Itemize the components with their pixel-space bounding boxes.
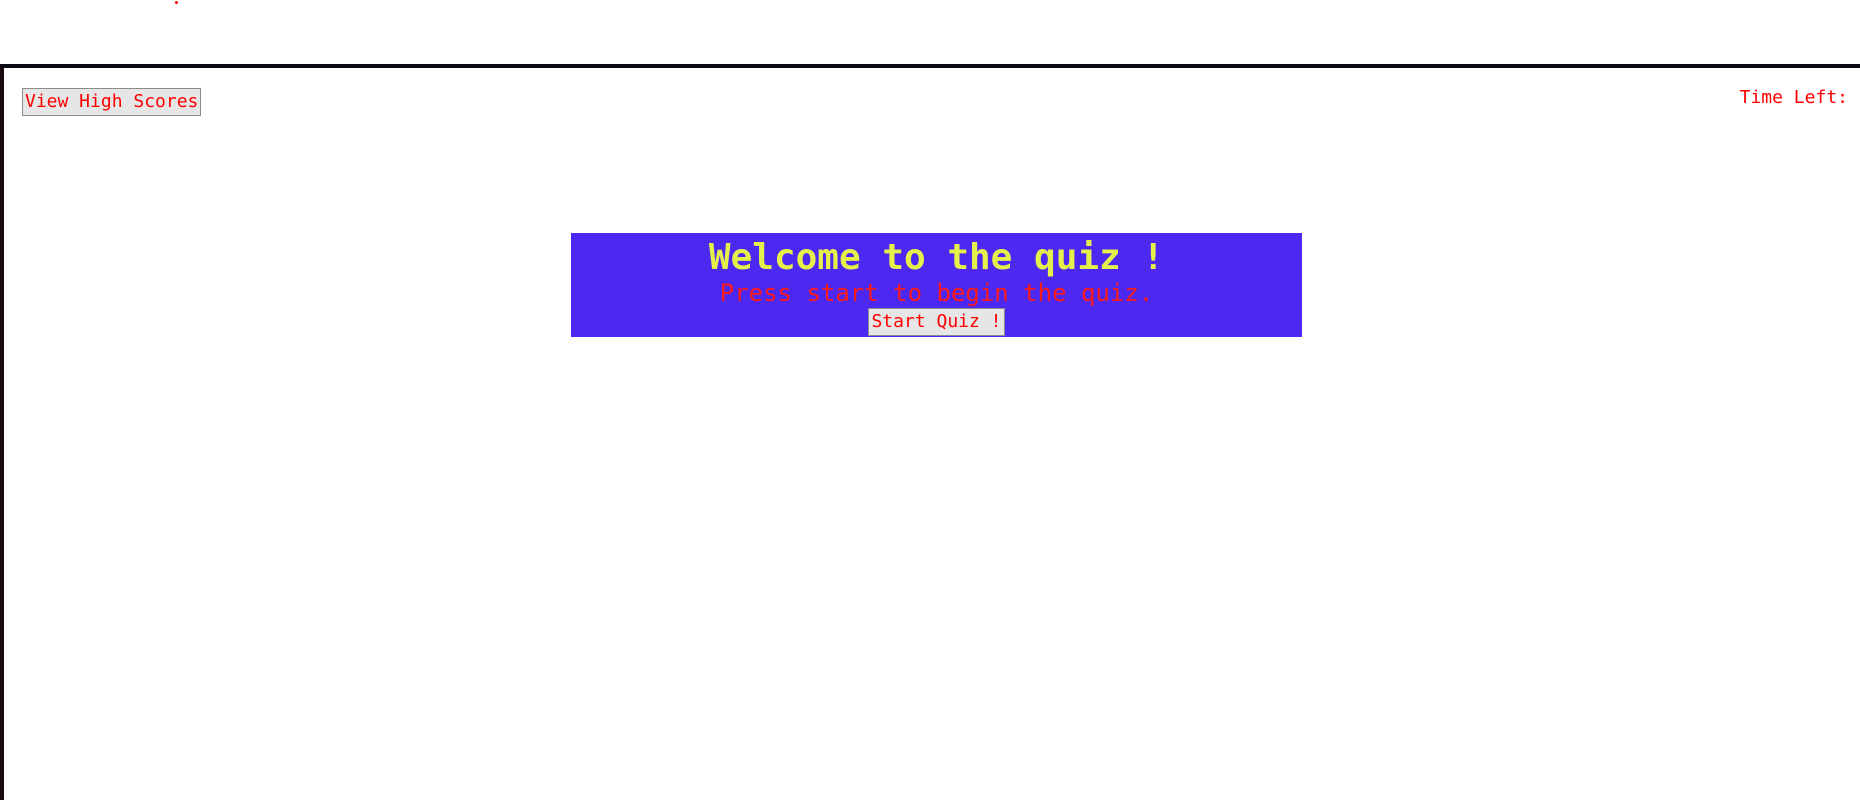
welcome-subtitle: Press start to begin the quiz. <box>719 279 1154 307</box>
page: View High Scores Time Left: Welcome to t… <box>0 0 1860 800</box>
red-dot-marker <box>175 1 178 4</box>
view-high-scores-button[interactable]: View High Scores <box>22 88 202 116</box>
welcome-panel: Welcome to the quiz ! Press start to beg… <box>571 233 1302 337</box>
start-quiz-button[interactable]: Start Quiz ! <box>868 308 1005 336</box>
quiz-frame: View High Scores Time Left: Welcome to t… <box>0 64 1860 800</box>
time-left-label: Time Left: <box>1739 87 1848 108</box>
welcome-title: Welcome to the quiz ! <box>708 237 1165 278</box>
